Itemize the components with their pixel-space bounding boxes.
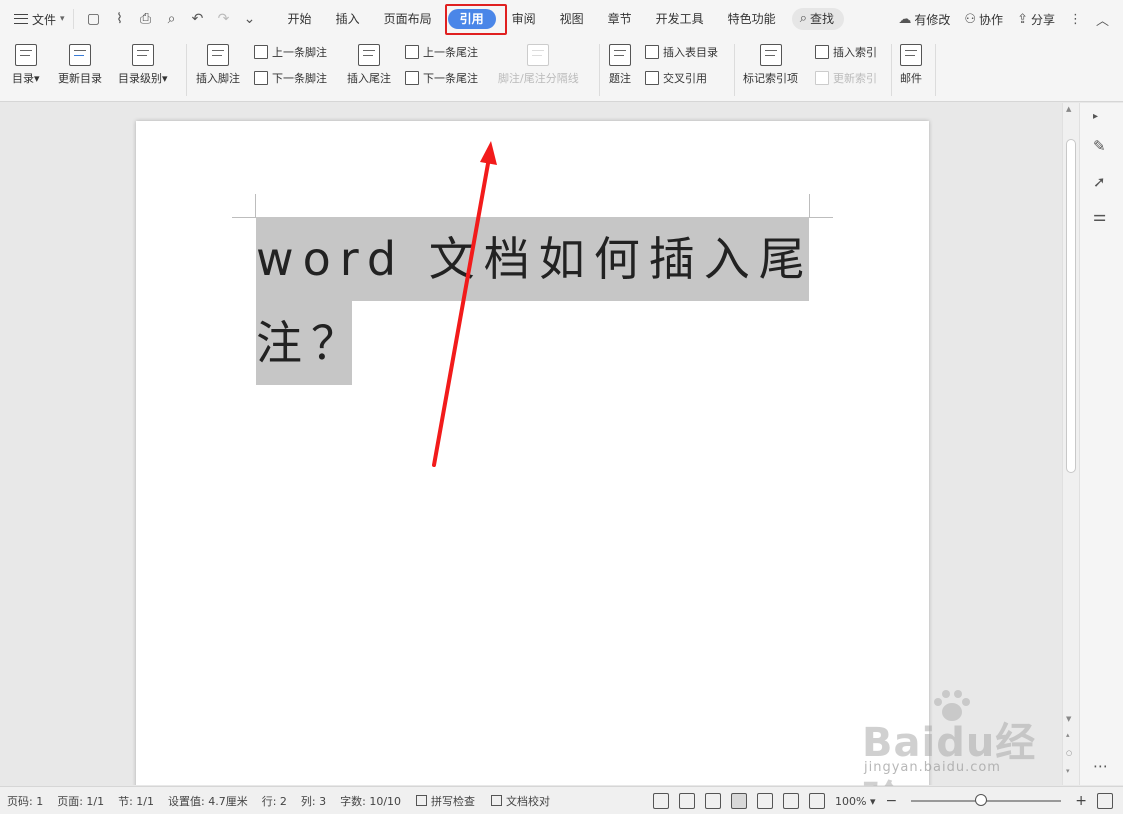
reading-mode-icon[interactable]	[679, 793, 696, 809]
zoom-in-icon[interactable]: +	[1075, 793, 1087, 809]
status-column: 列: 3	[300, 794, 327, 808]
status-word-count[interactable]: 字数: 10/10	[333, 793, 408, 809]
page-view-icon[interactable]	[731, 793, 748, 809]
zoom-slider-knob[interactable]	[975, 794, 988, 806]
watermark-url: jingyan.baidu.com	[864, 760, 1001, 775]
next-page-icon[interactable]: ▾	[1066, 767, 1070, 775]
status-row: 行: 2	[261, 794, 287, 808]
zoom-level[interactable]: 100% ▾	[835, 795, 875, 808]
status-bar-right: 100% ▾ − +	[653, 787, 1123, 814]
fit-window-icon[interactable]	[1097, 793, 1113, 809]
settings-sliders-icon[interactable]: ⚌	[1093, 207, 1106, 225]
proofread-icon	[491, 795, 503, 806]
web-view-icon[interactable]	[783, 793, 800, 809]
watermark: Baidu经验 jingyan.baidu.com	[862, 690, 1062, 814]
zoom-out-icon[interactable]: −	[886, 793, 898, 809]
select-browse-object-icon[interactable]: ○	[1066, 749, 1072, 757]
right-tool-panel: ▸ ✎ ➚ ⚌ ⋯	[1079, 103, 1123, 785]
edit-mode-icon[interactable]	[705, 793, 722, 809]
scroll-up-icon[interactable]: ▲	[1066, 105, 1071, 113]
spellcheck-button[interactable]: 拼写检查	[408, 793, 483, 809]
fullscreen-icon[interactable]	[653, 793, 670, 809]
eye-protection-icon[interactable]	[809, 793, 826, 809]
vertical-scrollbar[interactable]: ▲ ▼ ▴ ○ ▾	[1062, 103, 1079, 785]
status-setting: 设置值: 4.7厘米	[168, 794, 248, 808]
panel-toggle-icon[interactable]: ▸	[1093, 111, 1098, 122]
scroll-down-icon[interactable]: ▼	[1066, 715, 1071, 723]
zoom-slider[interactable]	[911, 794, 1062, 806]
prev-page-icon[interactable]: ▴	[1066, 731, 1070, 739]
spellcheck-icon	[416, 795, 428, 806]
scrollbar-thumb[interactable]	[1066, 139, 1076, 473]
status-section: 节: 1/1	[118, 794, 155, 808]
proofread-label: 文档校对	[506, 794, 551, 808]
outline-view-icon[interactable]	[757, 793, 774, 809]
pen-icon[interactable]: ✎	[1093, 137, 1106, 155]
cursor-select-icon[interactable]: ➚	[1093, 173, 1106, 191]
status-bar: 页码: 1 页面: 1/1 节: 1/1 设置值: 4.7厘米 行: 2 列: …	[0, 786, 1123, 814]
status-pages: 页面: 1/1	[57, 794, 105, 808]
spellcheck-label: 拼写检查	[431, 794, 476, 808]
more-horizontal-icon[interactable]: ⋯	[1093, 757, 1108, 775]
status-page-number: 页码: 1	[7, 794, 44, 808]
proofread-button[interactable]: 文档校对	[483, 793, 558, 809]
